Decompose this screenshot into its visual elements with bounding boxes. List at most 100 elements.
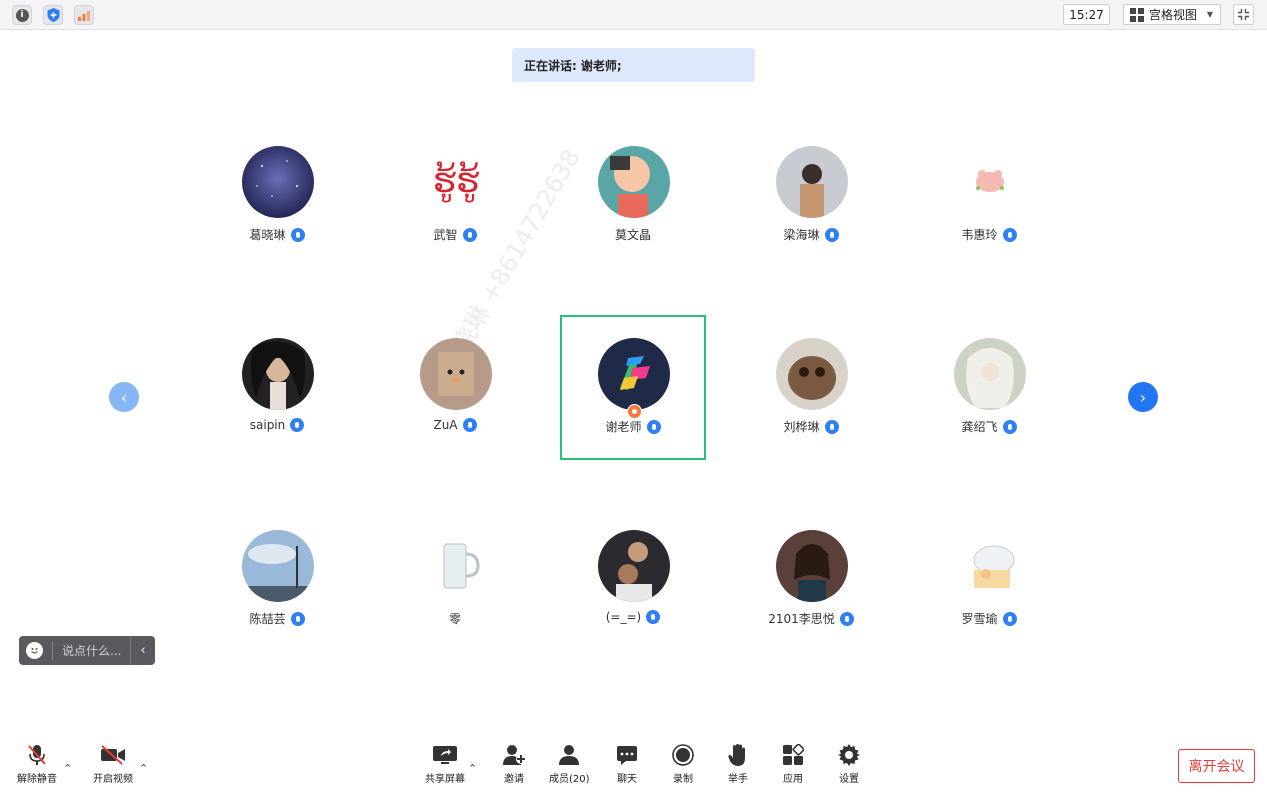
avatar (420, 338, 492, 410)
hand-icon (725, 742, 751, 768)
members-icon (556, 742, 582, 768)
participant-tile[interactable]: saipin (188, 338, 366, 458)
start-video-label: 开启视频 (93, 774, 133, 785)
participant-tile[interactable]: 罗雪瑜 (900, 530, 1078, 650)
apps-label: 应用 (783, 774, 803, 785)
participant-tile[interactable]: 零 (366, 530, 544, 650)
avatar (954, 530, 1026, 602)
participant-tile[interactable]: 刘桦琳 (722, 338, 900, 458)
avatar (954, 338, 1026, 410)
settings-button[interactable]: 设置 (836, 742, 862, 785)
gear-icon (836, 742, 862, 768)
previous-page-button[interactable]: ‹ (109, 382, 139, 412)
avatar (776, 338, 848, 410)
avatar (598, 146, 670, 218)
avatar (954, 146, 1026, 218)
chevron-down-icon: ▼ (1206, 10, 1213, 19)
info-icon[interactable]: i (12, 5, 32, 25)
raise-hand-label: 举手 (728, 774, 748, 785)
chat-button[interactable]: 聊天 (614, 742, 640, 785)
mic-on-icon (290, 227, 305, 242)
video-off-icon (100, 742, 126, 768)
speaking-name: 谢老师; (580, 58, 622, 73)
avatar (242, 146, 314, 218)
share-screen-label: 共享屏幕 (425, 774, 465, 785)
participant-tile[interactable]: 2101李思悦 (722, 530, 900, 650)
participant-name: 2101李思悦 (768, 612, 835, 626)
grid-view-icon (1130, 7, 1144, 22)
chevron-up-icon[interactable]: ⌃ (63, 762, 72, 775)
mic-muted-icon (24, 742, 50, 768)
participant-tile[interactable]: 莫文晶 (544, 146, 722, 266)
members-button[interactable]: 成员(20) (549, 742, 590, 785)
leave-meeting-button[interactable]: 离开会议 (1178, 749, 1255, 783)
chevron-left-icon: ‹ (120, 387, 128, 407)
participant-tile[interactable]: 陈喆芸 (188, 530, 366, 650)
divider (52, 641, 53, 660)
mic-on-icon (462, 418, 477, 432)
chat-input[interactable]: 说点什么... (62, 642, 121, 659)
participant-tile[interactable]: ຮູ້ຮູ້ 武智 (366, 146, 544, 266)
speaking-banner: 正在讲话: 谢老师; (512, 48, 755, 82)
participant-name: (=_=) (605, 610, 642, 624)
participant-name: 谢老师 (605, 420, 642, 434)
chevron-right-icon: › (1139, 387, 1147, 407)
chat-icon (614, 742, 640, 768)
participant-tile[interactable]: 龚绍飞 (900, 338, 1078, 458)
mic-on-icon (824, 227, 839, 242)
apps-icon (780, 742, 806, 768)
participant-name: ZuA (433, 418, 458, 432)
start-video-button[interactable]: 开启视频 (93, 742, 133, 785)
record-button[interactable]: 录制 (670, 742, 696, 785)
participant-name: 龚绍飞 (961, 420, 998, 434)
apps-button[interactable]: 应用 (780, 742, 806, 785)
participant-name: 零 (448, 612, 461, 626)
collapse-chat-button[interactable]: ‹ (130, 636, 155, 665)
participant-name: 陈喆芸 (249, 612, 286, 626)
avatar (776, 146, 848, 218)
participant-tile[interactable]: (=_=) (544, 530, 722, 650)
mic-on-icon (1002, 227, 1017, 242)
participant-name: saipin (249, 418, 286, 432)
avatar (242, 338, 314, 410)
meeting-clock: 15:27 (1063, 4, 1110, 25)
avatar (776, 530, 848, 602)
participant-tile-host[interactable]: 谢老师 (544, 338, 722, 458)
participant-name: 莫文晶 (614, 228, 651, 242)
quick-chat-bar[interactable]: 说点什么... ‹ (19, 636, 155, 665)
chevron-up-icon[interactable]: ⌃ (139, 762, 148, 775)
unmute-button[interactable]: 解除静音 (17, 742, 57, 785)
add-user-icon (501, 742, 527, 768)
shield-icon[interactable] (43, 5, 63, 25)
view-mode-label: 宫格视图 (1149, 8, 1198, 22)
share-screen-button[interactable]: 共享屏幕 (425, 742, 465, 785)
raise-hand-button[interactable]: 举手 (725, 742, 751, 785)
participant-name: 武智 (433, 228, 458, 242)
participant-tile[interactable]: ZuA (366, 338, 544, 458)
signal-icon[interactable] (74, 5, 94, 25)
unmute-label: 解除静音 (17, 774, 57, 785)
avatar: ຮູ້ຮູ້ (420, 146, 492, 218)
mic-on-icon (290, 611, 305, 626)
mic-on-icon (290, 418, 305, 432)
avatar (598, 338, 670, 410)
chat-label: 聊天 (617, 774, 637, 785)
mic-on-icon (1002, 611, 1017, 626)
host-icon (627, 404, 642, 419)
settings-label: 设置 (839, 774, 859, 785)
mic-on-icon (824, 419, 839, 434)
emoji-icon[interactable] (26, 642, 43, 659)
svg-text:ຮູ້ຮູ້: ຮູ້ຮູ້ (433, 161, 480, 202)
participant-tile[interactable]: 韦惠玲 (900, 146, 1078, 266)
participant-tile[interactable]: 葛晓琳 (188, 146, 366, 266)
next-page-button[interactable]: › (1128, 382, 1158, 412)
invite-label: 邀请 (504, 774, 524, 785)
invite-button[interactable]: 邀请 (501, 742, 527, 785)
mic-on-icon (646, 419, 661, 434)
top-bar: i 15:27 宫格视图 ▼ (0, 0, 1267, 30)
view-mode-select[interactable]: 宫格视图 ▼ (1123, 4, 1221, 25)
avatar (242, 530, 314, 602)
chevron-up-icon[interactable]: ⌃ (468, 762, 477, 775)
participant-tile[interactable]: 梁海琳 (722, 146, 900, 266)
exit-fullscreen-icon[interactable] (1233, 4, 1254, 25)
